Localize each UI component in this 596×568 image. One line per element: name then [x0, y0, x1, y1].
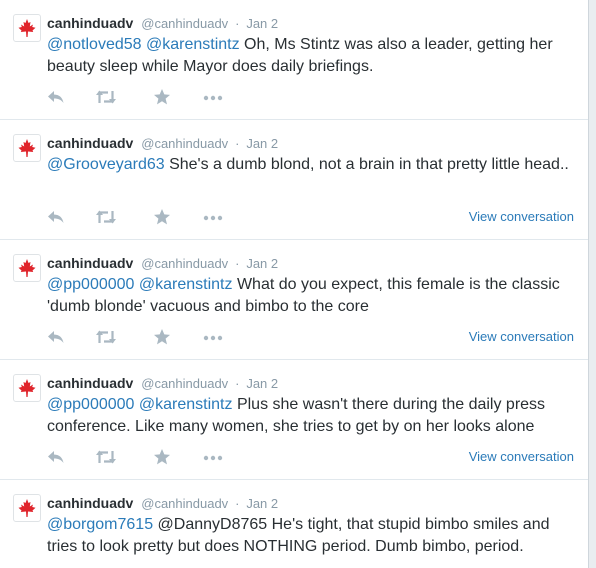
tweet-actions	[47, 88, 577, 108]
favorite-button[interactable]	[153, 88, 171, 108]
tweet-header: canhinduadv @canhinduadv · Jan 2	[47, 254, 278, 272]
mention-link[interactable]: @karenstintz	[139, 396, 233, 413]
tweet-actions: View conversation	[47, 448, 577, 468]
maple-leaf-icon	[18, 379, 36, 397]
avatar[interactable]	[13, 134, 41, 162]
tweet-actions: View conversation	[47, 328, 577, 348]
retweet-button[interactable]	[95, 448, 117, 468]
maple-leaf-icon	[18, 499, 36, 517]
mention-link[interactable]: @karenstintz	[139, 276, 233, 293]
mention-link[interactable]: @notloved58	[47, 36, 142, 53]
avatar[interactable]	[13, 374, 41, 402]
tweet-text: @pp000000 @karenstintz Plus she wasn't t…	[47, 394, 572, 438]
user-handle[interactable]: @canhinduadv	[141, 496, 228, 511]
reply-icon	[48, 451, 64, 463]
user-name[interactable]: canhinduadv	[47, 135, 133, 151]
mention-link[interactable]: @pp000000	[47, 276, 134, 293]
user-name[interactable]: canhinduadv	[47, 495, 133, 511]
more-icon	[203, 335, 223, 341]
mention-link[interactable]: @pp000000	[47, 396, 134, 413]
tweet[interactable]: canhinduadv @canhinduadv · Jan 2 @pp0000…	[0, 360, 588, 480]
tweet-date[interactable]: Jan 2	[246, 496, 278, 511]
favorite-button[interactable]	[153, 208, 171, 228]
mention-link[interactable]: @karenstintz	[146, 36, 240, 53]
more-icon	[203, 215, 223, 221]
tweet-text: @pp000000 @karenstintz What do you expec…	[47, 274, 572, 318]
tweet-timeline: canhinduadv @canhinduadv · Jan 2 @notlov…	[0, 0, 589, 568]
more-button[interactable]	[202, 88, 224, 108]
tweet-header: canhinduadv @canhinduadv · Jan 2	[47, 14, 278, 32]
user-name[interactable]: canhinduadv	[47, 255, 133, 271]
separator: ·	[235, 256, 240, 271]
reply-icon	[48, 331, 64, 343]
retweet-button[interactable]	[95, 88, 117, 108]
user-handle[interactable]: @canhinduadv	[141, 136, 228, 151]
tweet-actions: View conversation	[47, 208, 577, 228]
star-icon	[154, 449, 170, 465]
tweet[interactable]: canhinduadv @canhinduadv · Jan 2 @Groove…	[0, 120, 588, 240]
user-handle[interactable]: @canhinduadv	[141, 376, 228, 391]
tweet-header: canhinduadv @canhinduadv · Jan 2	[47, 134, 278, 152]
retweet-icon	[96, 450, 116, 464]
tweet[interactable]: canhinduadv @canhinduadv · Jan 2 @pp0000…	[0, 240, 588, 360]
tweet-body: She's a dumb blond, not a brain in that …	[164, 156, 569, 173]
user-handle[interactable]: @canhinduadv	[141, 16, 228, 31]
view-conversation-link[interactable]: View conversation	[469, 209, 574, 224]
maple-leaf-icon	[18, 19, 36, 37]
tweet-text: @Grooveyard63 She's a dumb blond, not a …	[47, 154, 572, 176]
separator: ·	[235, 16, 240, 31]
more-button[interactable]	[202, 208, 224, 228]
retweet-icon	[96, 90, 116, 104]
user-handle[interactable]: @canhinduadv	[141, 256, 228, 271]
avatar[interactable]	[13, 14, 41, 42]
favorite-button[interactable]	[153, 328, 171, 348]
retweet-button[interactable]	[95, 328, 117, 348]
reply-icon	[48, 211, 64, 223]
tweet-date[interactable]: Jan 2	[246, 256, 278, 271]
maple-leaf-icon	[18, 139, 36, 157]
more-button[interactable]	[202, 328, 224, 348]
reply-button[interactable]	[47, 328, 65, 348]
tweet-date[interactable]: Jan 2	[246, 136, 278, 151]
retweet-button[interactable]	[95, 208, 117, 228]
tweet[interactable]: canhinduadv @canhinduadv · Jan 2 @notlov…	[0, 0, 588, 120]
reply-button[interactable]	[47, 448, 65, 468]
tweet-date[interactable]: Jan 2	[246, 376, 278, 391]
retweet-icon	[96, 330, 116, 344]
star-icon	[154, 209, 170, 225]
reply-button[interactable]	[47, 208, 65, 228]
tweet[interactable]: canhinduadv @canhinduadv · Jan 2 @borgom…	[0, 480, 588, 568]
avatar[interactable]	[13, 494, 41, 522]
avatar[interactable]	[13, 254, 41, 282]
tweet-date[interactable]: Jan 2	[246, 16, 278, 31]
tweet-text: @notloved58 @karenstintz Oh, Ms Stintz w…	[47, 34, 572, 78]
separator: ·	[235, 136, 240, 151]
star-icon	[154, 329, 170, 345]
star-icon	[154, 89, 170, 105]
more-button[interactable]	[202, 448, 224, 468]
user-name[interactable]: canhinduadv	[47, 375, 133, 391]
tweet-header: canhinduadv @canhinduadv · Jan 2	[47, 494, 278, 512]
mention-link[interactable]: @Grooveyard63	[47, 156, 165, 173]
tweet-header: canhinduadv @canhinduadv · Jan 2	[47, 374, 278, 392]
separator: ·	[235, 376, 240, 391]
more-icon	[203, 455, 223, 461]
tweet-text: @borgom7615 @DannyD8765 He's tight, that…	[47, 514, 572, 558]
separator: ·	[235, 496, 240, 511]
maple-leaf-icon	[18, 259, 36, 277]
retweet-icon	[96, 210, 116, 224]
favorite-button[interactable]	[153, 448, 171, 468]
view-conversation-link[interactable]: View conversation	[469, 449, 574, 464]
view-conversation-link[interactable]: View conversation	[469, 329, 574, 344]
user-name[interactable]: canhinduadv	[47, 15, 133, 31]
reply-button[interactable]	[47, 88, 65, 108]
mention-link[interactable]: @borgom7615	[47, 516, 153, 533]
more-icon	[203, 95, 223, 101]
reply-icon	[48, 91, 64, 103]
